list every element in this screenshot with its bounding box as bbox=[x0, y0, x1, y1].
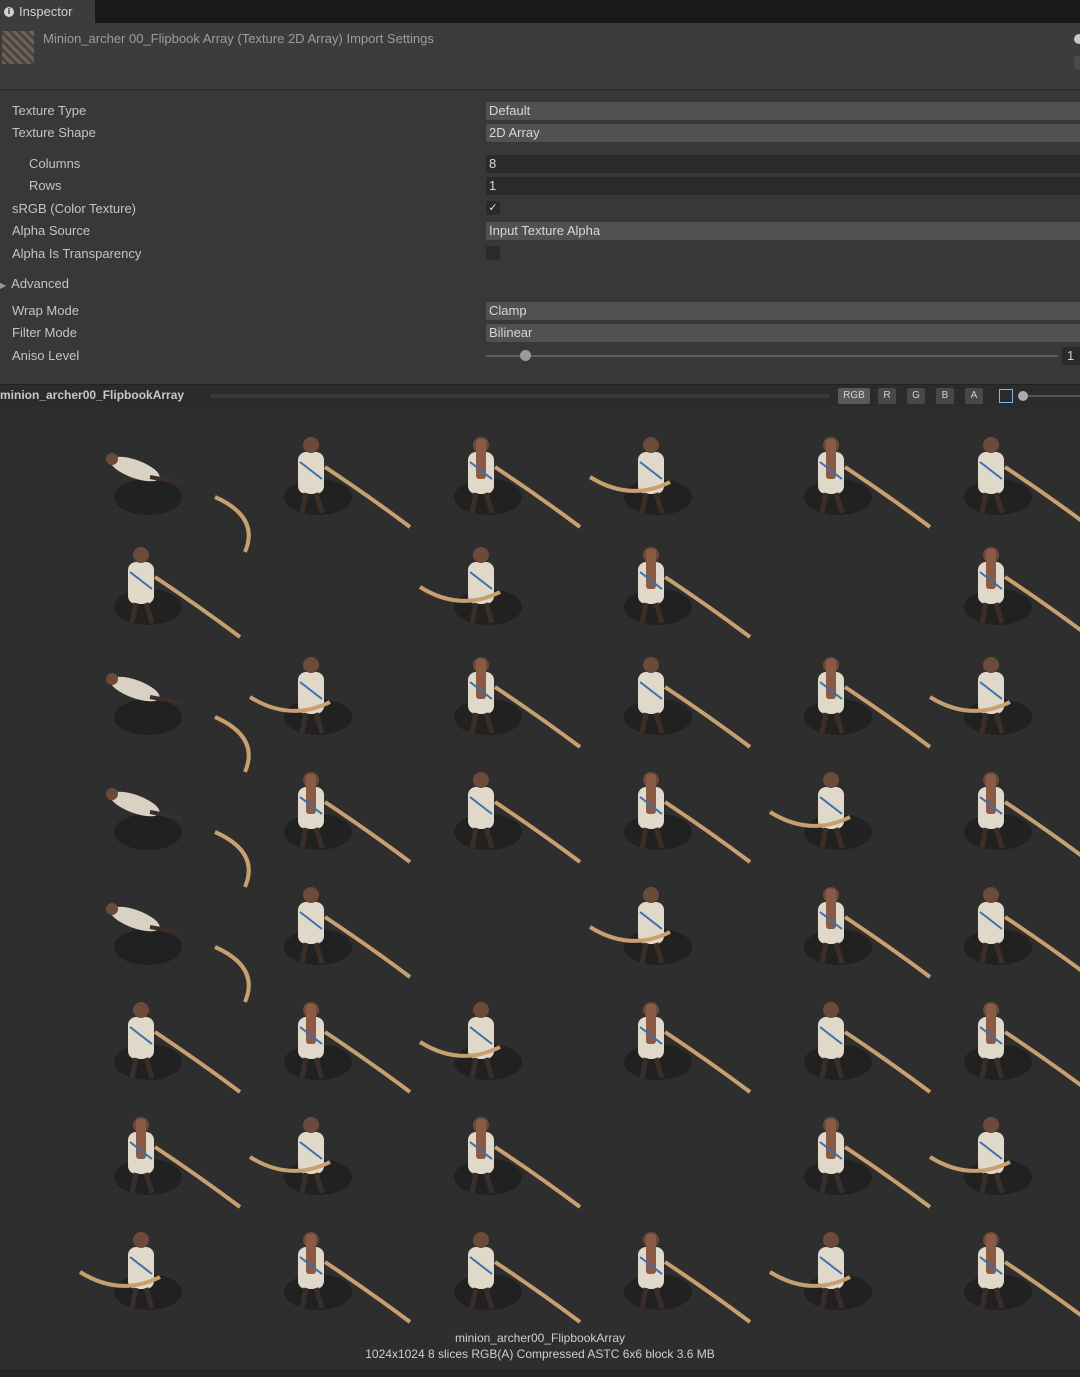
sprite-frame bbox=[624, 1002, 752, 1094]
sprite-frame bbox=[106, 788, 251, 888]
sprite-frame bbox=[114, 547, 242, 639]
sprite-frame bbox=[106, 453, 251, 553]
sprite-frame bbox=[624, 772, 752, 864]
sprite-frame bbox=[768, 1232, 872, 1310]
sprite-frame bbox=[454, 1232, 582, 1324]
sprite-sheet bbox=[78, 437, 1080, 1324]
mip-slider-track[interactable] bbox=[1028, 395, 1080, 397]
tab-label: Inspector bbox=[19, 4, 73, 19]
aniso-level-label: Aniso Level bbox=[12, 348, 80, 363]
sprite-frame bbox=[588, 437, 692, 515]
preview-caption-info: 1024x1024 8 slices RGB(A) Compressed AST… bbox=[365, 1347, 715, 1361]
mip-slider-handle[interactable] bbox=[1018, 391, 1028, 401]
sprite-frame bbox=[804, 437, 932, 529]
preview-name: minion_archer00_FlipbookArray bbox=[0, 388, 185, 402]
bottom-border bbox=[0, 1369, 1080, 1377]
tab-bar: i Inspector bbox=[0, 0, 1080, 23]
sprite-frame bbox=[106, 673, 251, 773]
preview-toolbar: minion_archer00_FlipbookArray RGB R G B … bbox=[0, 384, 1080, 408]
sprite-frame bbox=[284, 437, 412, 529]
sprite-frame bbox=[964, 772, 1080, 858]
aniso-slider-handle[interactable] bbox=[520, 350, 531, 361]
aniso-level-input[interactable]: 1 bbox=[1062, 347, 1080, 365]
sprite-frame bbox=[454, 1117, 582, 1209]
aniso-slider-track[interactable] bbox=[486, 355, 1058, 357]
header-title: Minion_archer 00_Flipbook Array (Texture… bbox=[43, 31, 434, 46]
rows-input[interactable]: 1 bbox=[486, 177, 1080, 195]
sprite-frame bbox=[114, 1117, 242, 1209]
info-icon: i bbox=[4, 6, 14, 17]
sprite-frame bbox=[284, 772, 412, 864]
channel-r-button[interactable]: R bbox=[878, 388, 896, 404]
sprite-frame bbox=[248, 657, 352, 735]
sprite-frame bbox=[454, 657, 582, 749]
sprite-frame bbox=[624, 1232, 752, 1324]
mip-level-icon[interactable] bbox=[999, 389, 1013, 403]
sprite-frame bbox=[106, 903, 251, 1003]
channel-rgb-button[interactable]: RGB bbox=[838, 388, 870, 404]
sprite-frame bbox=[964, 1002, 1080, 1088]
sprite-frame bbox=[928, 657, 1032, 735]
sprite-frame bbox=[964, 1232, 1080, 1318]
texture-type-label: Texture Type bbox=[12, 103, 87, 118]
sprite-frame bbox=[418, 547, 522, 625]
sprite-frame bbox=[804, 1002, 932, 1094]
wrap-mode-label: Wrap Mode bbox=[12, 303, 79, 318]
alpha-source-dropdown[interactable]: Input Texture Alpha bbox=[486, 222, 1080, 240]
texture-thumbnail bbox=[2, 31, 34, 64]
sprite-frame bbox=[418, 1002, 522, 1080]
help-icon[interactable] bbox=[1074, 34, 1080, 44]
advanced-foldout[interactable]: ▶ Advanced bbox=[0, 275, 69, 293]
sprite-frame bbox=[114, 1002, 242, 1094]
sprite-frame bbox=[588, 887, 692, 965]
srgb-label: sRGB (Color Texture) bbox=[12, 201, 137, 216]
advanced-label: Advanced bbox=[11, 276, 69, 291]
sprite-frame bbox=[804, 887, 932, 979]
channel-b-button[interactable]: B bbox=[936, 388, 954, 404]
sprite-frame bbox=[454, 437, 582, 529]
sprite-frame bbox=[964, 547, 1080, 633]
texture-shape-label: Texture Shape bbox=[12, 125, 96, 140]
srgb-checkbox[interactable]: ✓ bbox=[486, 201, 500, 215]
channel-g-button[interactable]: G bbox=[907, 388, 925, 404]
sprite-frame bbox=[624, 547, 752, 639]
texture-type-dropdown[interactable]: Default bbox=[486, 102, 1080, 120]
slice-scrollbar[interactable] bbox=[210, 394, 830, 398]
sprite-frame bbox=[964, 887, 1080, 973]
sprite-frame bbox=[928, 1117, 1032, 1195]
columns-label: Columns bbox=[29, 156, 81, 171]
sprite-frame bbox=[284, 1002, 412, 1094]
inspector-header: Minion_archer 00_Flipbook Array (Texture… bbox=[0, 23, 1080, 90]
sprite-frame bbox=[284, 887, 412, 979]
texture-shape-dropdown[interactable]: 2D Array bbox=[486, 124, 1080, 142]
wrap-mode-dropdown[interactable]: Clamp bbox=[486, 302, 1080, 320]
sprite-frame bbox=[804, 657, 932, 749]
sprite-frame bbox=[248, 1117, 352, 1195]
alpha-source-label: Alpha Source bbox=[12, 223, 91, 238]
alpha-transparency-checkbox[interactable] bbox=[486, 246, 500, 260]
filter-mode-dropdown[interactable]: Bilinear bbox=[486, 324, 1080, 342]
settings-icon[interactable] bbox=[1074, 56, 1080, 70]
sprite-frame bbox=[624, 657, 752, 749]
sprite-frame bbox=[964, 437, 1080, 523]
texture-preview: minion_archer00_FlipbookArray 1024x1024 … bbox=[0, 407, 1080, 1369]
foldout-arrow-icon: ▶ bbox=[0, 281, 7, 290]
sprite-frame bbox=[804, 1117, 932, 1209]
rows-label: Rows bbox=[29, 178, 62, 193]
columns-input[interactable]: 8 bbox=[486, 155, 1080, 173]
filter-mode-label: Filter Mode bbox=[12, 325, 78, 340]
tab-inspector[interactable]: i Inspector bbox=[0, 0, 95, 23]
channel-a-button[interactable]: A bbox=[965, 388, 983, 404]
sprite-frame bbox=[454, 772, 582, 864]
sprite-frame bbox=[284, 1232, 412, 1324]
sprite-frame bbox=[768, 772, 872, 850]
alpha-transparency-label: Alpha Is Transparency bbox=[12, 246, 142, 261]
sprite-frame bbox=[78, 1232, 182, 1310]
preview-caption-name: minion_archer00_FlipbookArray bbox=[454, 1331, 626, 1345]
